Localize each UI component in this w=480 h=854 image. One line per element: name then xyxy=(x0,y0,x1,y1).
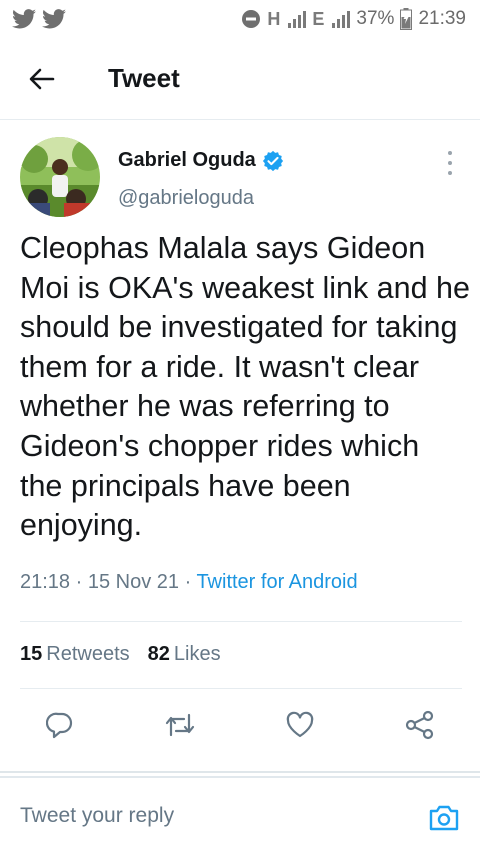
reply-icon xyxy=(46,712,73,739)
signal-strength-icon xyxy=(288,10,307,28)
meta-separator: · xyxy=(70,571,88,593)
heart-icon xyxy=(286,711,314,738)
back-button[interactable] xyxy=(0,38,84,120)
retweet-icon xyxy=(165,713,195,737)
section-divider xyxy=(0,771,480,773)
author-name[interactable]: Gabriel Oguda xyxy=(118,149,284,172)
add-photo-button[interactable] xyxy=(426,800,462,836)
tweet-author: Gabriel Oguda @gabrieloguda xyxy=(0,121,480,221)
twitter-icon xyxy=(12,9,36,29)
do-not-disturb-icon xyxy=(241,9,261,29)
share-icon xyxy=(405,710,434,740)
tweet-date: 15 Nov 21 xyxy=(87,571,180,593)
camera-icon xyxy=(429,805,459,831)
divider xyxy=(20,688,462,689)
verified-badge-icon xyxy=(262,150,284,172)
retweets-label: Retweets xyxy=(46,643,130,665)
tweet-stats: 15 Retweets 82 Likes xyxy=(20,643,221,666)
retweets-count: 15 xyxy=(20,643,43,665)
author-name-text: Gabriel Oguda xyxy=(118,149,256,171)
share-button[interactable] xyxy=(396,701,444,749)
likes-count: 82 xyxy=(147,643,170,665)
signal-strength-icon xyxy=(332,10,351,28)
reply-input[interactable]: Tweet your reply xyxy=(20,804,174,828)
dot xyxy=(448,171,452,175)
network-type-1: H xyxy=(267,8,281,29)
arrow-left-icon xyxy=(29,68,55,89)
page-title: Tweet xyxy=(108,63,180,93)
tweet-actions xyxy=(0,701,480,757)
tweet-source-link[interactable]: Twitter for Android xyxy=(196,571,357,593)
status-bar: H E 37% 21:39 xyxy=(0,0,480,38)
clock: 21:39 xyxy=(418,8,466,29)
tweet-text: Cleophas Malala says Gideon Moi is OKA's… xyxy=(20,231,470,543)
dot xyxy=(448,151,452,155)
battery-percent: 37% xyxy=(356,8,395,29)
network-type-2: E xyxy=(312,8,325,29)
reply-bar: Tweet your reply xyxy=(0,776,480,854)
reply-button[interactable] xyxy=(36,701,84,749)
divider xyxy=(20,621,462,622)
retweet-button[interactable] xyxy=(156,701,204,749)
dot xyxy=(448,161,452,165)
battery-charging-icon xyxy=(400,8,413,30)
like-button[interactable] xyxy=(276,701,324,749)
likes-label: Likes xyxy=(173,643,221,665)
tweet-detail: Gabriel Oguda @gabrieloguda Cleophas Mal… xyxy=(0,121,480,773)
app-header: Tweet xyxy=(0,38,480,120)
twitter-icon xyxy=(42,9,66,29)
retweets-stat[interactable]: 15 Retweets xyxy=(20,643,130,666)
likes-stat[interactable]: 82 Likes xyxy=(148,643,221,666)
avatar[interactable] xyxy=(20,137,100,217)
system-status: H E 37% 21:39 xyxy=(241,8,466,30)
meta-separator: · xyxy=(179,571,197,593)
tweet-time: 21:18 xyxy=(20,571,71,593)
tweet-metadata: 21:18 · 15 Nov 21 · Twitter for Android xyxy=(20,571,358,594)
more-options-button[interactable] xyxy=(442,151,458,175)
author-handle[interactable]: @gabrieloguda xyxy=(118,187,254,210)
notification-area xyxy=(12,9,66,29)
